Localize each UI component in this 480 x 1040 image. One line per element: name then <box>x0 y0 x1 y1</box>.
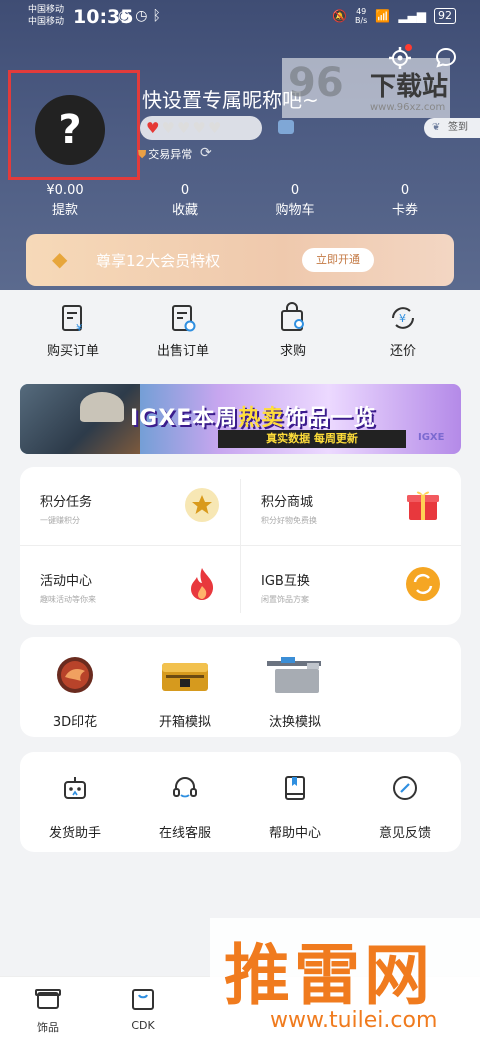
3d-sticker[interactable]: 3D印花 <box>20 655 130 730</box>
watermark-url: www.96xz.com <box>370 102 446 113</box>
book-icon <box>285 776 305 800</box>
vip-text: 尊享12大会员特权 <box>96 252 221 270</box>
heart-icon: ♥ <box>207 119 224 137</box>
account-stats: ¥0.00 提款 0 收藏 0 购物车 0 卡券 <box>0 182 480 222</box>
sell-orders[interactable]: 出售订单 <box>128 296 238 362</box>
stat-cart[interactable]: 0 购物车 <box>240 182 350 222</box>
banner-logo: IGXE <box>418 432 445 443</box>
watermark-tuilei-text: 推雷网 <box>224 937 434 1014</box>
heart-icon: ♥ <box>146 119 162 137</box>
case-icon <box>162 663 208 691</box>
network-speed: 49 B/s <box>355 7 368 25</box>
sell-order-icon <box>172 305 196 332</box>
exchange-icon <box>406 567 440 601</box>
online-support[interactable]: 在线客服 <box>130 774 240 841</box>
notification-dot <box>405 44 412 51</box>
heart-icon: ♥ <box>192 119 208 137</box>
points-mall[interactable]: 积分商城 积分好物免费换 <box>241 467 461 546</box>
svg-text:¥: ¥ <box>76 323 82 334</box>
signal-icon: ▂▄▆ <box>398 9 426 23</box>
gift-box-icon <box>407 491 439 520</box>
feedback[interactable]: 意见反馈 <box>350 774 460 841</box>
diamond-icon: ◆ <box>52 247 68 271</box>
stat-withdraw[interactable]: ¥0.00 提款 <box>0 182 130 222</box>
points-features-card: 积分任务 一键赚积分 积分商城 积分好物免费换 活动中心 趣味活动等你来 IGB… <box>20 467 461 625</box>
star-coin-icon <box>185 488 219 522</box>
leaf-icon: ❦ <box>432 122 441 133</box>
watermark-text: 下载站 <box>370 72 449 102</box>
help-center[interactable]: 帮助中心 <box>240 774 350 841</box>
warning-icon: ⛊ <box>138 148 147 161</box>
banner-title: IGXE本周热卖饰品一览 <box>130 406 377 431</box>
status-icons: ◉◷ᛒ <box>118 8 166 24</box>
avatar-highlight: ? <box>8 70 140 180</box>
carrier-2: 中国移动 <box>28 17 65 27</box>
nav-cdk[interactable]: CDK <box>113 987 173 1032</box>
heart-icon: ♥ <box>176 119 193 137</box>
watermark-96xz: 96 下载站 www.96xz.com <box>282 58 450 118</box>
robot-icon <box>64 777 86 799</box>
events-center[interactable]: 活动中心 趣味活动等你来 <box>20 546 240 625</box>
battery-indicator: 92 <box>434 8 456 24</box>
status-right: 🔕 49 B/s 📶 ▂▄▆ 92 <box>332 7 456 25</box>
bargain[interactable]: ¥ 还价 <box>348 296 458 362</box>
flame-icon <box>191 568 214 600</box>
status-bar: 中国移动 中国移动 10:35 ◉◷ᛒ 🔕 49 B/s 📶 ▂▄▆ 92 <box>0 0 480 34</box>
points-tasks[interactable]: 积分任务 一键赚积分 <box>20 467 240 546</box>
watermark-tuilei-url: www.tuilei.com <box>270 1008 438 1033</box>
carrier-1: 中国移动 <box>28 5 65 15</box>
promo-banner[interactable]: IGXE本周热卖饰品一览 真实数据 每周更新 IGXE <box>20 384 461 454</box>
case-simulator[interactable]: 开箱模拟 <box>130 655 240 730</box>
stat-favorites[interactable]: 0 收藏 <box>130 182 240 222</box>
profile-header: 中国移动 中国移动 10:35 ◉◷ᛒ 🔕 49 B/s 📶 ▂▄▆ 92 ? … <box>0 0 480 290</box>
level-badge-icon <box>278 120 294 134</box>
nav-skins[interactable]: 饰品 <box>18 987 78 1035</box>
avatar[interactable]: ? <box>35 95 105 165</box>
bargain-icon: ¥ <box>392 307 414 329</box>
svg-text:¥: ¥ <box>399 312 406 325</box>
bluetooth-icon: ᛒ <box>152 8 166 24</box>
buy-orders[interactable]: ¥ 购买订单 <box>18 296 128 362</box>
service-tools-card: 发货助手 在线客服 帮助中心 意见反馈 <box>20 752 461 852</box>
wanted-requests[interactable]: 求购 <box>238 296 348 362</box>
wifi-icon: 📶 <box>375 9 391 23</box>
headset-icon <box>173 777 197 798</box>
stat-coupons[interactable]: 0 卡券 <box>350 182 460 222</box>
order-shortcuts: ¥ 购买订单 出售订单 求购 ¥ 还价 <box>0 296 480 362</box>
carrier-labels: 中国移动 中国移动 <box>28 4 64 28</box>
trade-status[interactable]: ⛊ 交易异常 <box>138 146 192 162</box>
helmet-illustration <box>80 392 124 422</box>
mute-icon: 🔕 <box>332 9 347 23</box>
vip-activate-button[interactable]: 立即开通 <box>302 248 374 272</box>
eye-icon: ◉ <box>118 8 136 24</box>
skin-tools-card: 3D印花 开箱模拟 汰换模拟 <box>20 637 461 737</box>
buy-order-icon: ¥ <box>62 305 82 334</box>
box-icon <box>35 989 61 1009</box>
reputation-hearts: ♥♥♥♥♥ <box>140 116 262 140</box>
wanted-bag-icon <box>281 302 304 331</box>
watermark-tuilei: 推雷网 www.tuilei.com <box>210 918 480 1040</box>
rifle-icon <box>267 657 321 693</box>
pen-icon <box>393 776 417 800</box>
watermark-logo: 96 <box>288 60 344 106</box>
igb-exchange[interactable]: IGB互换 闲置饰品方案 <box>241 546 461 625</box>
tradeup-simulator[interactable]: 汰换模拟 <box>240 655 350 730</box>
banner-subtitle: 真实数据 每周更新 <box>218 430 406 448</box>
vip-banner[interactable]: ◆ 尊享12大会员特权 立即开通 <box>26 234 454 286</box>
refresh-icon[interactable]: ⟳ <box>200 145 212 161</box>
signin-button[interactable]: ❦ 签到 <box>424 118 480 138</box>
shipping-assistant[interactable]: 发货助手 <box>20 774 130 841</box>
bag-icon <box>132 989 154 1010</box>
alarm-icon: ◷ <box>135 8 153 24</box>
sticker-icon <box>57 657 93 693</box>
heart-icon: ♥ <box>161 119 177 137</box>
